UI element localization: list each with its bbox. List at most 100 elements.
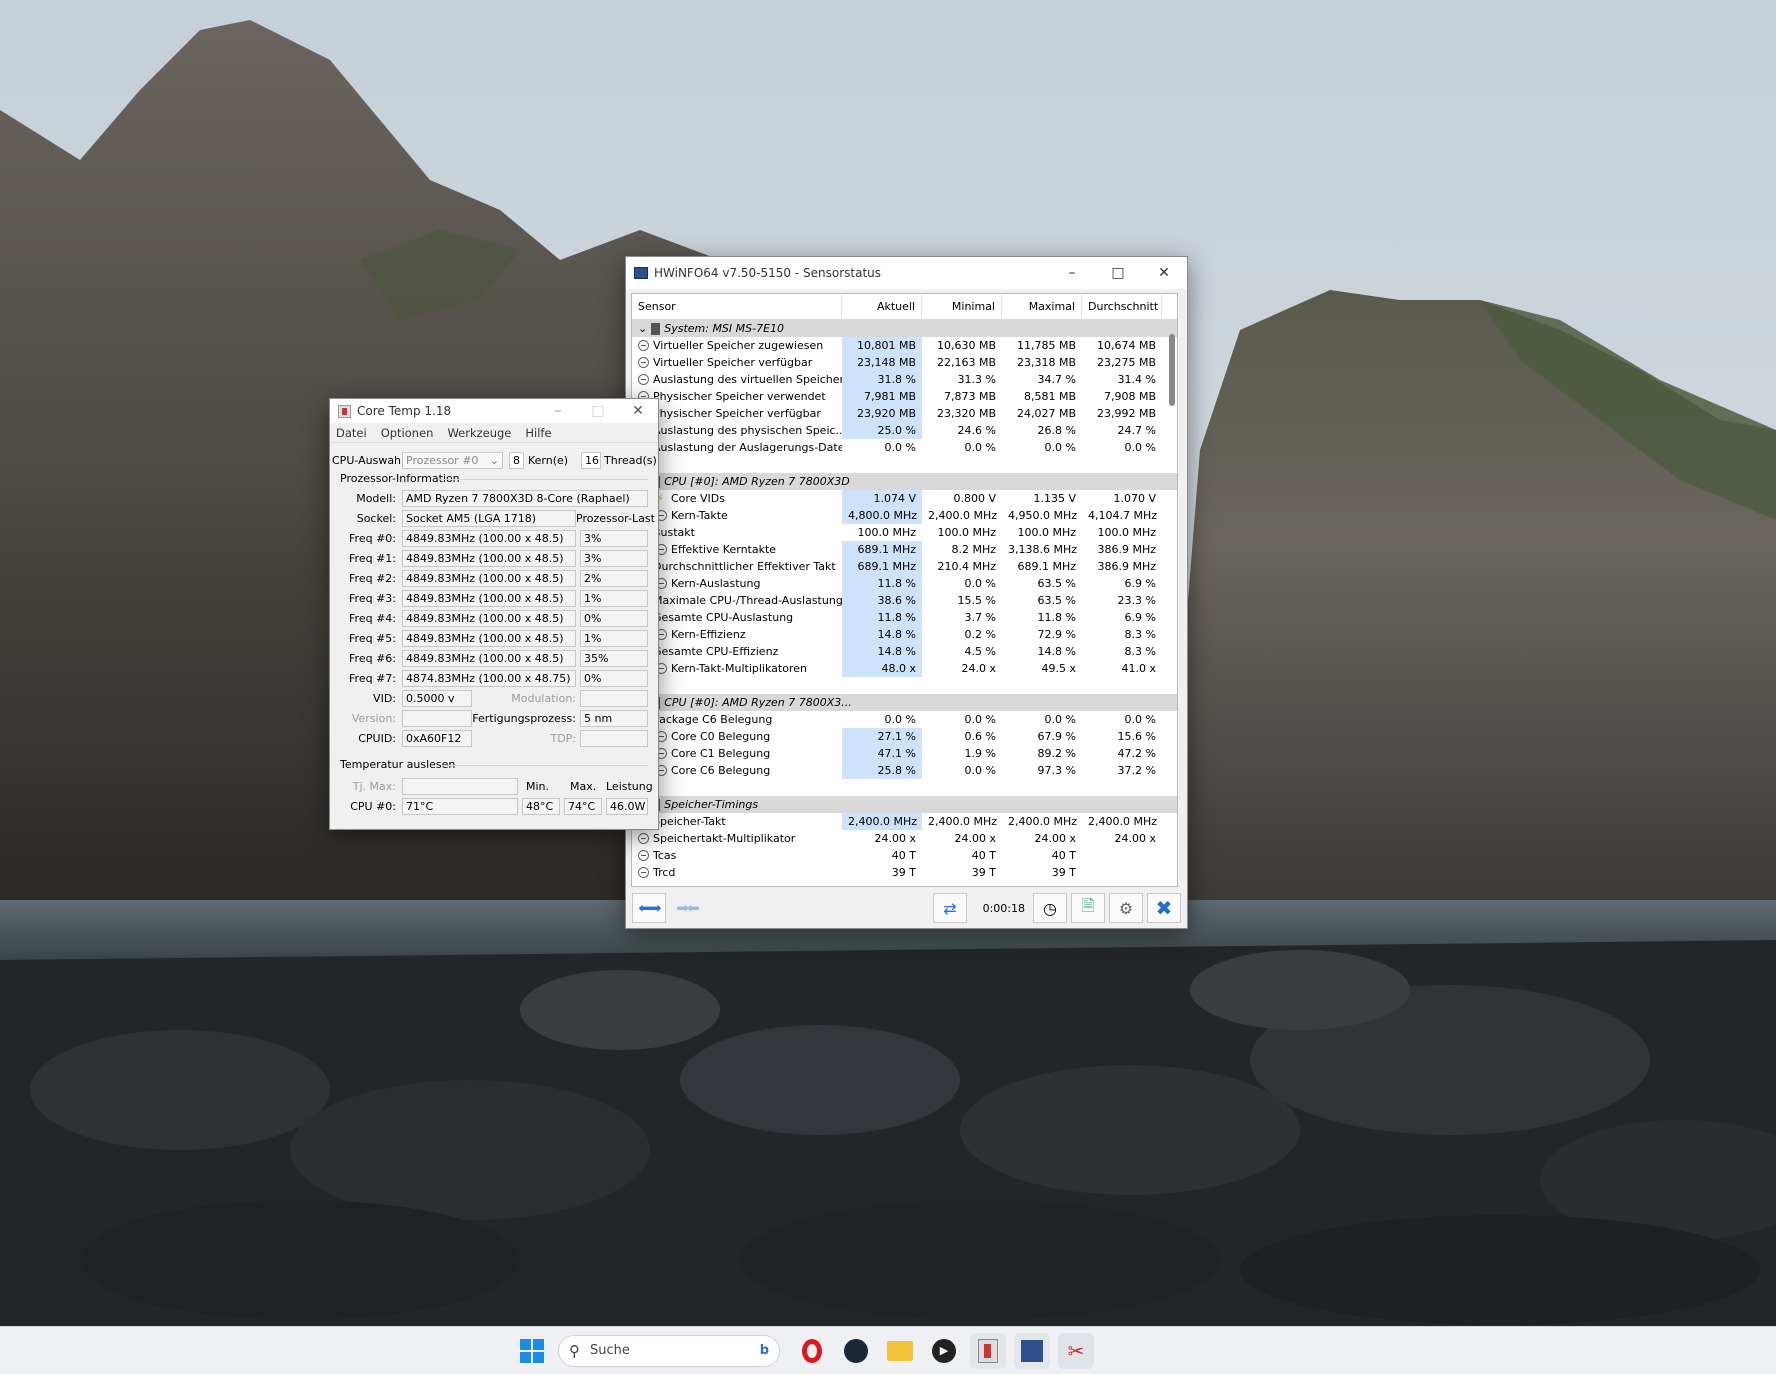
threads-label: Thread(s): [604, 454, 657, 467]
navigate-arrows-right-button[interactable]: ➡⬅: [670, 893, 704, 923]
clock-button[interactable]: ◷: [1033, 893, 1067, 923]
sensor-row[interactable]: Core C1 Belegung 47.1 % 1.9 % 89.2 % 47.2 %: [632, 745, 1177, 762]
value-average: 37.2 %: [1117, 764, 1156, 777]
value-current: 40 T: [891, 849, 916, 862]
sensor-row[interactable]: Speicher-Takt 2,400.0 MHz 2,400.0 MHz 2,400…: [632, 813, 1177, 830]
taskbar-search[interactable]: ⚲ Suche b: [558, 1334, 780, 1367]
value-current: 14.8 %: [842, 643, 922, 660]
sensor-row[interactable]: Auslastung des virtuellen Speichers 31.8 …: [632, 371, 1177, 388]
sensor-row[interactable]: Gesamte CPU-Auslastung 11.8 % 3.7 % 11.8 % 6…: [632, 609, 1177, 626]
value-maximum: 8,581 MB: [1023, 390, 1076, 403]
file-explorer-taskbar-icon[interactable]: [882, 1333, 918, 1369]
column-header-minimum[interactable]: Minimal: [922, 294, 1002, 320]
hwinfo-titlebar[interactable]: HWiNFO64 v7.50-5150 - Sensorstatus – □ ✕: [626, 257, 1187, 289]
value-minimum: 4.5 %: [964, 645, 996, 658]
sensor-row[interactable]: Auslastung der Auslagerungs-Datei 0.0 % 0.…: [632, 439, 1177, 456]
column-header-sensor[interactable]: Sensor: [632, 294, 842, 320]
steam-taskbar-icon[interactable]: [838, 1333, 874, 1369]
value-minimum: 100.0 MHz: [937, 526, 996, 539]
hwinfo-taskbar-icon[interactable]: [1014, 1332, 1050, 1369]
menu-optionen[interactable]: Optionen: [381, 426, 434, 440]
sensor-group-row[interactable]: ⌄CPU [#0]: AMD Ryzen 7 7800X3...: [632, 694, 1177, 711]
sensor-label: Bustakt: [653, 526, 695, 539]
menu-hilfe[interactable]: Hilfe: [525, 426, 551, 440]
cpu-select-dropdown[interactable]: Prozessor #0 ⌄: [402, 452, 503, 469]
ct-close-button[interactable]: ✕: [618, 399, 658, 423]
sensor-label: Tcas: [653, 849, 677, 862]
coretemp-titlebar[interactable]: Core Temp 1.18 – □ ✕: [330, 399, 658, 423]
sensor-group-row[interactable]: ⌄Speicher-Timings: [632, 796, 1177, 813]
sensor-row[interactable]: Auslastung des physischen Speic... 25.0 %…: [632, 422, 1177, 439]
ct-minimize-button[interactable]: –: [538, 399, 578, 423]
exit-button[interactable]: ✖: [1147, 893, 1181, 923]
sensor-row[interactable]: Kern-Takte 4,800.0 MHz 2,400.0 MHz 4,950.0 …: [632, 507, 1177, 524]
sensor-group-row[interactable]: ⌄CPU [#0]: AMD Ryzen 7 7800X3D: [632, 473, 1177, 490]
sensor-row[interactable]: Kern-Takt-Multiplikatoren 48.0 x 24.0 x 49.…: [632, 660, 1177, 677]
menu-datei[interactable]: Datei: [336, 426, 367, 440]
sensor-row[interactable]: Physischer Speicher verfügbar 23,920 MB 23…: [632, 405, 1177, 422]
start-button[interactable]: [514, 1333, 550, 1369]
sensor-row[interactable]: Kern-Auslastung 11.8 % 0.0 % 63.5 % 6.9 %: [632, 575, 1177, 592]
sensor-row[interactable]: ⚡ Core VIDs 1.074 V 0.800 V 1.135 V 1.070 V: [632, 490, 1177, 507]
snipping-tool-taskbar-icon[interactable]: ✂: [1058, 1332, 1094, 1369]
core-load-value: 3%: [580, 550, 648, 567]
value-minimum: 8.2 MHz: [951, 543, 996, 556]
sensor-row[interactable]: Gesamte CPU-Effizienz 14.8 % 4.5 % 14.8 % 8.…: [632, 643, 1177, 660]
expand-collapse-icon[interactable]: [638, 374, 649, 385]
expand-collapse-icon[interactable]: [638, 850, 649, 861]
sensor-label: Core C6 Belegung: [671, 764, 771, 777]
sensor-row[interactable]: Virtueller Speicher verfügbar 23,148 MB 22…: [632, 354, 1177, 371]
sensor-row[interactable]: Virtueller Speicher zugewiesen 10,801 MB 1…: [632, 337, 1177, 354]
value-current: 24.00 x: [874, 832, 917, 845]
sensor-row[interactable]: Trcd 39 T 39 T 39 T: [632, 864, 1177, 881]
sensor-group-row[interactable]: ⌄ System: MSI MS-7E10: [632, 320, 1177, 337]
power-column-label: Leistung: [606, 780, 653, 793]
value-minimum: 0.800 V: [953, 492, 996, 505]
sensor-table[interactable]: Sensor Aktuell Minimal Maximal Durchschn…: [631, 293, 1178, 887]
column-header-current[interactable]: Aktuell: [842, 294, 922, 320]
core-load-value: 0%: [580, 670, 648, 687]
tjmax-field: [402, 778, 518, 795]
minimize-button[interactable]: –: [1049, 258, 1095, 288]
sensor-row[interactable]: Bustakt 100.0 MHz 100.0 MHz 100.0 MHz 100.0 …: [632, 524, 1177, 541]
sensor-row[interactable]: Core C0 Belegung 27.1 % 0.6 % 67.9 % 15.6 %: [632, 728, 1177, 745]
chevron-down-icon[interactable]: ⌄: [638, 320, 647, 337]
vertical-scrollbar[interactable]: [1169, 334, 1175, 406]
value-current: 25.8 %: [842, 762, 922, 779]
settings-button[interactable]: ⚙: [1109, 893, 1143, 923]
media-player-taskbar-icon[interactable]: ▶: [926, 1333, 962, 1369]
menu-werkzeuge[interactable]: Werkzeuge: [447, 426, 511, 440]
value-minimum: 0.2 %: [964, 628, 996, 641]
value-average: [1082, 847, 1162, 864]
freq-value: 4849.83MHz (100.00 x 48.5): [402, 530, 576, 547]
sensor-row[interactable]: Physischer Speicher verwendet 7,981 MB 7,8…: [632, 388, 1177, 405]
value-current: 48.0 x: [842, 660, 922, 677]
maximize-button[interactable]: □: [1095, 258, 1141, 288]
sensor-row[interactable]: Effektive Kerntakte 689.1 MHz 8.2 MHz 3,138…: [632, 541, 1177, 558]
sensor-row[interactable]: Durchschnittlicher Effektiver Takt 689.1 …: [632, 558, 1177, 575]
opera-taskbar-icon[interactable]: [794, 1333, 830, 1369]
close-button[interactable]: ✕: [1141, 258, 1187, 288]
sensor-row[interactable]: Speichertakt-Multiplikator 24.00 x 24.00 x…: [632, 830, 1177, 847]
expand-collapse-icon[interactable]: [638, 340, 649, 351]
ct-maximize-button[interactable]: □: [578, 399, 618, 423]
column-header-maximum[interactable]: Maximal: [1002, 294, 1082, 320]
report-button[interactable]: 🗎: [1071, 893, 1105, 923]
gear-icon: ⚙: [1118, 898, 1134, 918]
close-x-icon: ✖: [1155, 896, 1173, 920]
expand-collapse-icon[interactable]: [638, 833, 649, 844]
value-average: 15.6 %: [1117, 730, 1156, 743]
sensor-row[interactable]: Package C6 Belegung 0.0 % 0.0 % 0.0 % 0.0 %: [632, 711, 1177, 728]
network-button[interactable]: ⇄: [933, 893, 967, 923]
value-maximum: 24,027 MB: [1016, 407, 1076, 420]
sensor-row[interactable]: Tcas 40 T 40 T 40 T: [632, 847, 1177, 864]
sensor-row[interactable]: Core C6 Belegung 25.8 % 0.0 % 97.3 % 37.2 %: [632, 762, 1177, 779]
navigate-arrows-button[interactable]: ⬅➡: [632, 893, 666, 923]
coretemp-taskbar-icon[interactable]: [970, 1332, 1006, 1369]
expand-collapse-icon[interactable]: [638, 357, 649, 368]
expand-collapse-icon[interactable]: [638, 867, 649, 878]
column-header-average[interactable]: Durchschnitt: [1082, 294, 1162, 320]
sensor-row[interactable]: Kern-Effizienz 14.8 % 0.2 % 72.9 % 8.3 %: [632, 626, 1177, 643]
sensor-row[interactable]: Maximale CPU-/Thread-Auslastung 38.6 % 15.…: [632, 592, 1177, 609]
value-average: 0.0 %: [1124, 441, 1156, 454]
